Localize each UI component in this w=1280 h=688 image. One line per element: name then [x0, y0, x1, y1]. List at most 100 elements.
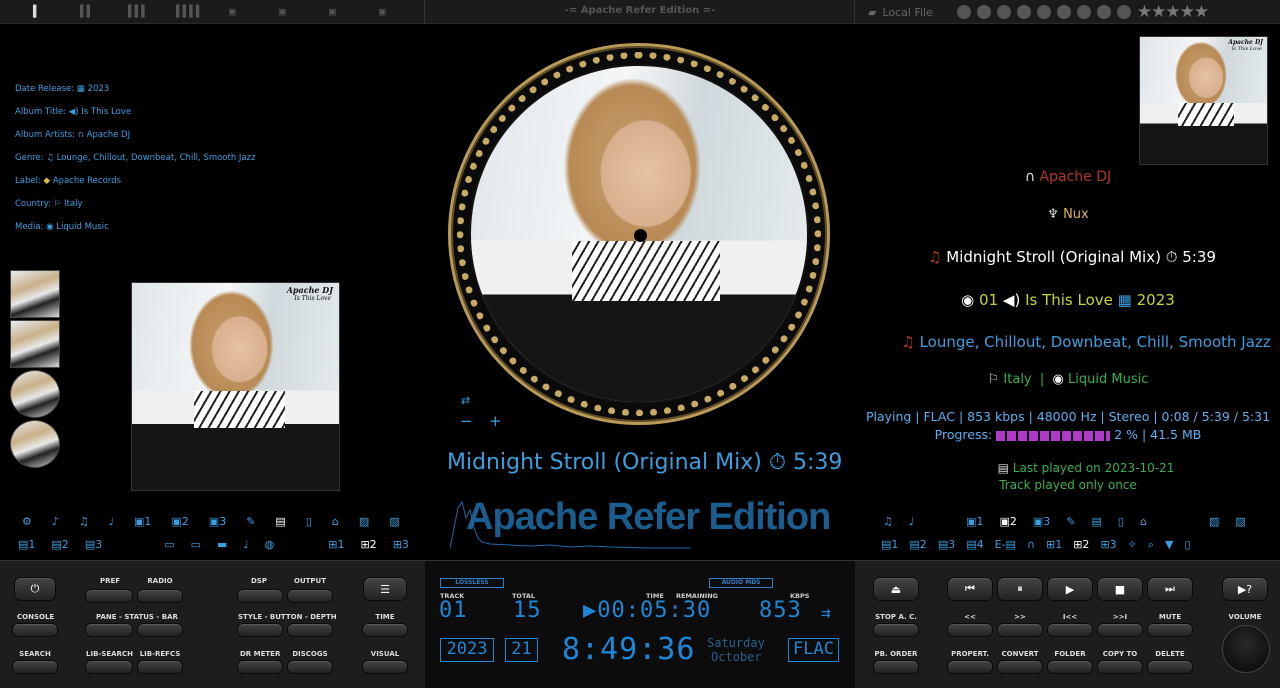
- lastfm-icon[interactable]: [996, 5, 1011, 19]
- google-icon[interactable]: [976, 5, 991, 19]
- grid-1-icon[interactable]: ⊞1: [1046, 538, 1062, 552]
- notes-icon[interactable]: ♫: [883, 515, 893, 528]
- artwork-thumb-back[interactable]: [10, 320, 60, 368]
- trash-icon[interactable]: ▼: [1165, 538, 1173, 552]
- image-icon[interactable]: ▨: [359, 515, 369, 528]
- folder-button[interactable]: [1047, 660, 1093, 674]
- radio-button[interactable]: [137, 589, 183, 603]
- repeat-icon[interactable]: ⇉: [821, 603, 832, 622]
- output-button[interactable]: [287, 589, 333, 603]
- image-icon[interactable]: ▨: [1209, 515, 1219, 528]
- search-icon[interactable]: ⌕: [1148, 538, 1154, 552]
- panel-2-icon[interactable]: ▤2: [51, 538, 68, 551]
- copy-to-button[interactable]: [1097, 660, 1143, 674]
- youtube-icon[interactable]: [1016, 5, 1031, 19]
- lib-refcs-button[interactable]: [137, 660, 183, 674]
- discogs-button[interactable]: [287, 660, 333, 674]
- view-1-icon[interactable]: ▣1: [966, 515, 983, 528]
- view-1-icon[interactable]: ▣1: [134, 515, 151, 528]
- save-icon[interactable]: ▤: [275, 515, 285, 528]
- monitor-icon[interactable]: ▭: [191, 538, 201, 551]
- playback-order-button[interactable]: [873, 660, 919, 674]
- pane-button[interactable]: [85, 623, 133, 637]
- eject-button[interactable]: ⏏: [873, 577, 919, 601]
- podcast-icon[interactable]: [1116, 5, 1131, 19]
- convert-button[interactable]: [997, 660, 1043, 674]
- link-icon[interactable]: [956, 5, 971, 19]
- view-2-icon[interactable]: ▣2: [171, 515, 188, 528]
- stop-button[interactable]: ■: [1097, 577, 1143, 601]
- menu-button[interactable]: ☰: [363, 577, 407, 601]
- wikipedia-icon[interactable]: [1096, 5, 1111, 19]
- artwork-thumb-front[interactable]: [10, 270, 60, 318]
- view-2-icon[interactable]: ▣2: [999, 515, 1016, 528]
- rating-star-icon[interactable]: ★★★★★: [1137, 2, 1209, 22]
- view-3-icon[interactable]: ▣3: [209, 515, 226, 528]
- lib-search-button[interactable]: [85, 660, 133, 674]
- spotify-icon[interactable]: [1056, 5, 1071, 19]
- artwork-thumb-disc[interactable]: [10, 370, 60, 418]
- file-icon[interactable]: ▯: [1118, 515, 1124, 528]
- grid-1-icon[interactable]: ⊞1: [328, 538, 344, 551]
- first-track-button[interactable]: [1047, 623, 1093, 637]
- search-button[interactable]: [12, 660, 58, 674]
- layout-3-icon[interactable]: ▌▌▌: [128, 5, 148, 18]
- layout-8-icon[interactable]: ▣: [379, 5, 386, 18]
- grid-2-icon[interactable]: ⊞2: [360, 538, 376, 551]
- guitar-icon[interactable]: ♩: [909, 515, 914, 528]
- time-button[interactable]: [362, 623, 408, 637]
- style-button[interactable]: [237, 623, 283, 637]
- grid-3-icon[interactable]: ⊞3: [1100, 538, 1116, 552]
- seek-back-button[interactable]: [947, 623, 993, 637]
- notes-icon[interactable]: ♫: [79, 515, 89, 528]
- layout-4-icon[interactable]: ▌▌▌▌: [176, 5, 203, 18]
- zoom-in-icon[interactable]: +: [489, 412, 502, 430]
- music-icon[interactable]: ♪: [52, 515, 59, 528]
- seek-forward-button[interactable]: [997, 623, 1043, 637]
- status-bar-button[interactable]: [137, 623, 183, 637]
- pause-button[interactable]: ⏸: [997, 577, 1043, 601]
- depth-button[interactable]: [287, 623, 333, 637]
- save-icon[interactable]: ▤: [1092, 515, 1102, 528]
- layout-5-icon[interactable]: ▣: [229, 5, 236, 18]
- mute-button[interactable]: [1147, 623, 1193, 637]
- last-track-button[interactable]: [1097, 623, 1143, 637]
- folder-icon[interactable]: ▭: [164, 538, 174, 551]
- info-icon[interactable]: ▯: [1185, 538, 1191, 552]
- guitar-icon[interactable]: ♩: [243, 538, 248, 551]
- panel-3-icon[interactable]: ▤3: [938, 538, 955, 552]
- panel-1-icon[interactable]: ▤1: [881, 538, 898, 552]
- basket-icon[interactable]: ⌂: [1140, 515, 1147, 528]
- folder-icon[interactable]: ▰: [868, 6, 876, 19]
- pref-button[interactable]: [85, 589, 133, 603]
- soundcloud-icon[interactable]: [1036, 5, 1051, 19]
- dr-meter-button[interactable]: [237, 660, 283, 674]
- layout-7-icon[interactable]: ▣: [329, 5, 336, 18]
- previous-track-button[interactable]: ⏮: [947, 577, 993, 601]
- grid-2-icon[interactable]: ⊞2: [1073, 538, 1089, 552]
- globe-icon[interactable]: ◍: [265, 538, 275, 551]
- view-3-icon[interactable]: ▣3: [1033, 515, 1050, 528]
- power-button[interactable]: ⏻: [14, 577, 56, 601]
- visual-button[interactable]: [362, 660, 408, 674]
- panel-e-icon[interactable]: E-▤: [995, 538, 1016, 552]
- properties-button[interactable]: [947, 660, 993, 674]
- panel-1-icon[interactable]: ▤1: [18, 538, 35, 551]
- edit-icon[interactable]: ✎: [1066, 515, 1075, 528]
- pin-icon[interactable]: ✧: [1128, 538, 1137, 552]
- headphones-icon[interactable]: ∩: [1027, 538, 1035, 552]
- progress-bar[interactable]: [996, 430, 1111, 441]
- basket-icon[interactable]: ⌂: [332, 515, 339, 528]
- file-icon[interactable]: ▯: [306, 515, 312, 528]
- layout-2-icon[interactable]: ▌▌: [80, 5, 93, 18]
- discogs-icon[interactable]: [1076, 5, 1091, 19]
- grid-3-icon[interactable]: ⊞3: [393, 538, 409, 551]
- layout-6-icon[interactable]: ▣: [279, 5, 286, 18]
- box-icon[interactable]: ▬: [217, 538, 227, 551]
- layout-1-icon[interactable]: ▌: [33, 5, 40, 18]
- play-button[interactable]: ▶: [1047, 577, 1093, 601]
- edit-icon[interactable]: ✎: [246, 515, 255, 528]
- stop-after-current-button[interactable]: [873, 623, 919, 637]
- zoom-out-icon[interactable]: −: [460, 412, 473, 430]
- panel-3-icon[interactable]: ▤3: [85, 538, 102, 551]
